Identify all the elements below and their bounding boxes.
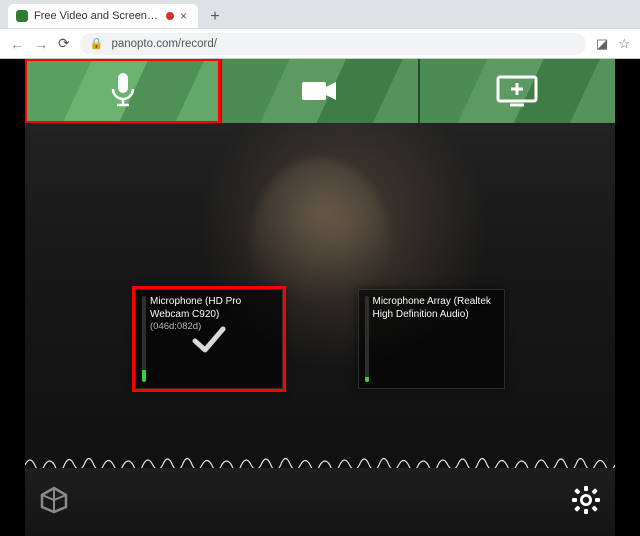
- source-tab-video[interactable]: [222, 59, 417, 123]
- audio-level-fill: [142, 370, 146, 382]
- close-tab-icon[interactable]: ×: [180, 10, 190, 22]
- page-body: Microphone (HD Pro Webcam C920) (046d:08…: [0, 59, 640, 536]
- tab-favicon: [16, 10, 28, 22]
- new-tab-button[interactable]: +: [204, 6, 226, 28]
- browser-chrome: Free Video and Screen Reco… × + ← → ⟳ 🔒 …: [0, 0, 640, 59]
- forward-icon[interactable]: →: [34, 36, 48, 52]
- audio-level-fill: [365, 377, 369, 382]
- camera-icon: [300, 78, 340, 104]
- url-text: panopto.com/record/: [111, 38, 216, 50]
- source-tab-screen[interactable]: [420, 59, 615, 123]
- brand-logo-icon[interactable]: [39, 485, 69, 520]
- gear-icon: [571, 485, 601, 515]
- lock-icon: 🔒: [90, 37, 104, 50]
- tab-strip: Free Video and Screen Reco… × +: [0, 0, 640, 28]
- add-screen-icon: [496, 75, 538, 107]
- audio-device-label: Microphone Array (Realtek High Definitio…: [373, 296, 497, 321]
- source-bar: [25, 59, 615, 123]
- recorder-app: Microphone (HD Pro Webcam C920) (046d:08…: [25, 59, 615, 536]
- back-icon[interactable]: ←: [10, 36, 24, 52]
- extensions-icon[interactable]: ◪: [596, 36, 608, 52]
- microphone-icon: [108, 71, 138, 111]
- address-bar: ← → ⟳ 🔒 panopto.com/record/ ◪ ☆: [0, 28, 640, 58]
- url-field[interactable]: 🔒 panopto.com/record/: [80, 33, 586, 55]
- source-tab-audio[interactable]: [25, 59, 220, 123]
- browser-tab-active[interactable]: Free Video and Screen Reco… ×: [8, 4, 198, 28]
- audio-device-list: Microphone (HD Pro Webcam C920) (046d:08…: [25, 289, 615, 389]
- reload-icon[interactable]: ⟳: [58, 35, 70, 52]
- settings-button[interactable]: [571, 485, 601, 520]
- recording-indicator-icon: [166, 12, 174, 20]
- selected-checkmark-icon: [187, 317, 231, 366]
- audio-level-meter: [365, 296, 369, 382]
- bookmark-star-icon[interactable]: ☆: [618, 36, 630, 52]
- audio-device-option[interactable]: Microphone Array (Realtek High Definitio…: [358, 289, 506, 389]
- audio-device-option-selected[interactable]: Microphone (HD Pro Webcam C920) (046d:08…: [135, 289, 283, 389]
- audio-level-meter: [142, 296, 146, 382]
- tab-title: Free Video and Screen Reco…: [34, 10, 160, 22]
- bottom-bar: [25, 468, 615, 536]
